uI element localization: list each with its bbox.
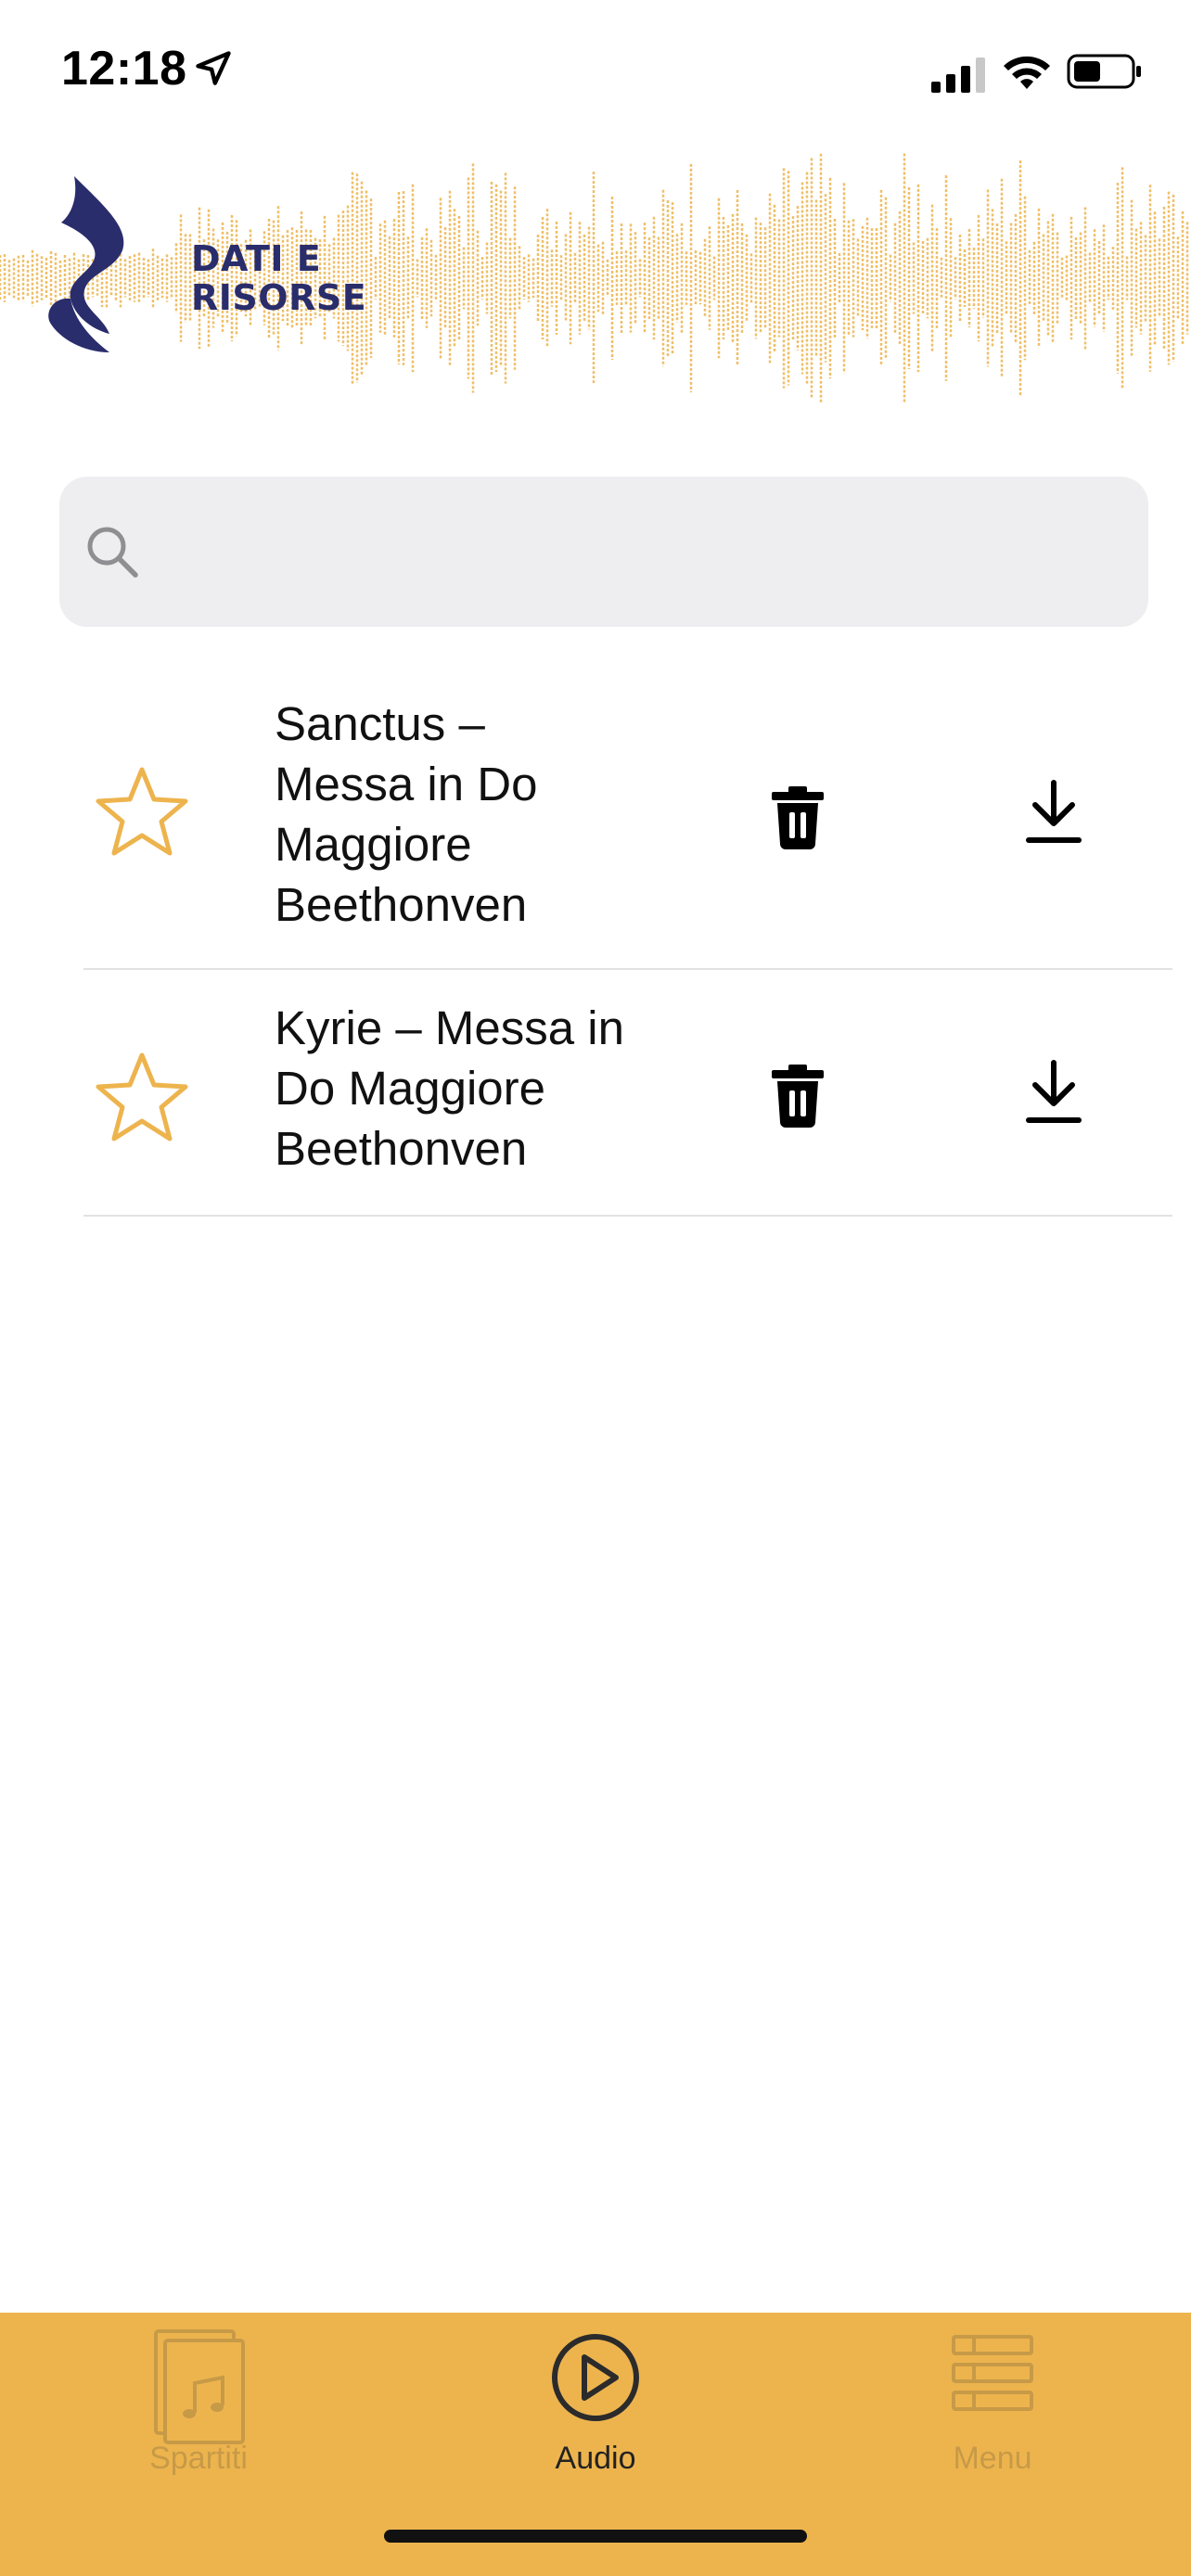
title-line: Beethonven [275, 878, 528, 931]
audio-waveform-graphic [0, 153, 1189, 403]
search-bar[interactable] [59, 477, 1148, 627]
cellular-signal-icon [931, 57, 985, 93]
search-icon [87, 527, 138, 578]
title-line: Sanctus – [275, 697, 485, 750]
menu-list-icon [952, 2335, 1033, 2411]
logo-line-1: DATI E [191, 238, 322, 279]
title-line: Messa in Do [275, 758, 538, 810]
logo-line-2: RISORSE [191, 277, 367, 318]
app-logo-text: DATI E RISORSE [191, 239, 366, 317]
tab-audio[interactable]: Audio [397, 2313, 794, 2498]
battery-icon [1067, 54, 1141, 89]
title-line: Do Maggiore [275, 1062, 545, 1115]
sheet-music-icon [154, 2329, 245, 2444]
location-arrow-icon [196, 51, 231, 85]
trash-icon[interactable] [770, 786, 826, 849]
search-input[interactable] [161, 514, 1117, 590]
audio-screen: 12:18 DATI E RISORSE Sanctus – Messa in … [0, 0, 1191, 2576]
play-circle-icon [552, 2334, 639, 2421]
list-item[interactable]: Kyrie – Messa in Do Maggiore Beethonven [83, 970, 1172, 1217]
header-banner: DATI E RISORSE [0, 130, 1191, 427]
tab-spartiti[interactable]: Spartiti [0, 2313, 397, 2498]
tab-menu[interactable]: Menu [794, 2313, 1191, 2498]
tab-label: Audio [555, 2441, 636, 2476]
trash-icon[interactable] [770, 1065, 826, 1128]
status-bar: 12:18 [0, 0, 1191, 139]
home-indicator [384, 2530, 807, 2543]
wifi-icon [1004, 56, 1050, 89]
tab-label: Menu [953, 2441, 1032, 2476]
title-line: Maggiore [275, 818, 472, 871]
download-icon[interactable] [1026, 779, 1082, 846]
status-time: 12:18 [61, 42, 187, 96]
download-icon[interactable] [1026, 1059, 1082, 1126]
star-icon[interactable] [93, 764, 191, 859]
title-line: Kyrie – Messa in [275, 1001, 624, 1054]
list-item-title: Sanctus – Messa in Do Maggiore Beethonve… [275, 694, 711, 935]
music-note-logo-icon [48, 176, 124, 352]
list-item[interactable]: Sanctus – Messa in Do Maggiore Beethonve… [83, 668, 1172, 970]
audio-list: Sanctus – Messa in Do Maggiore Beethonve… [83, 668, 1172, 1217]
star-icon[interactable] [93, 1050, 191, 1144]
title-line: Beethonven [275, 1122, 528, 1175]
list-item-title: Kyrie – Messa in Do Maggiore Beethonven [275, 998, 711, 1179]
tab-label: Spartiti [149, 2441, 248, 2476]
